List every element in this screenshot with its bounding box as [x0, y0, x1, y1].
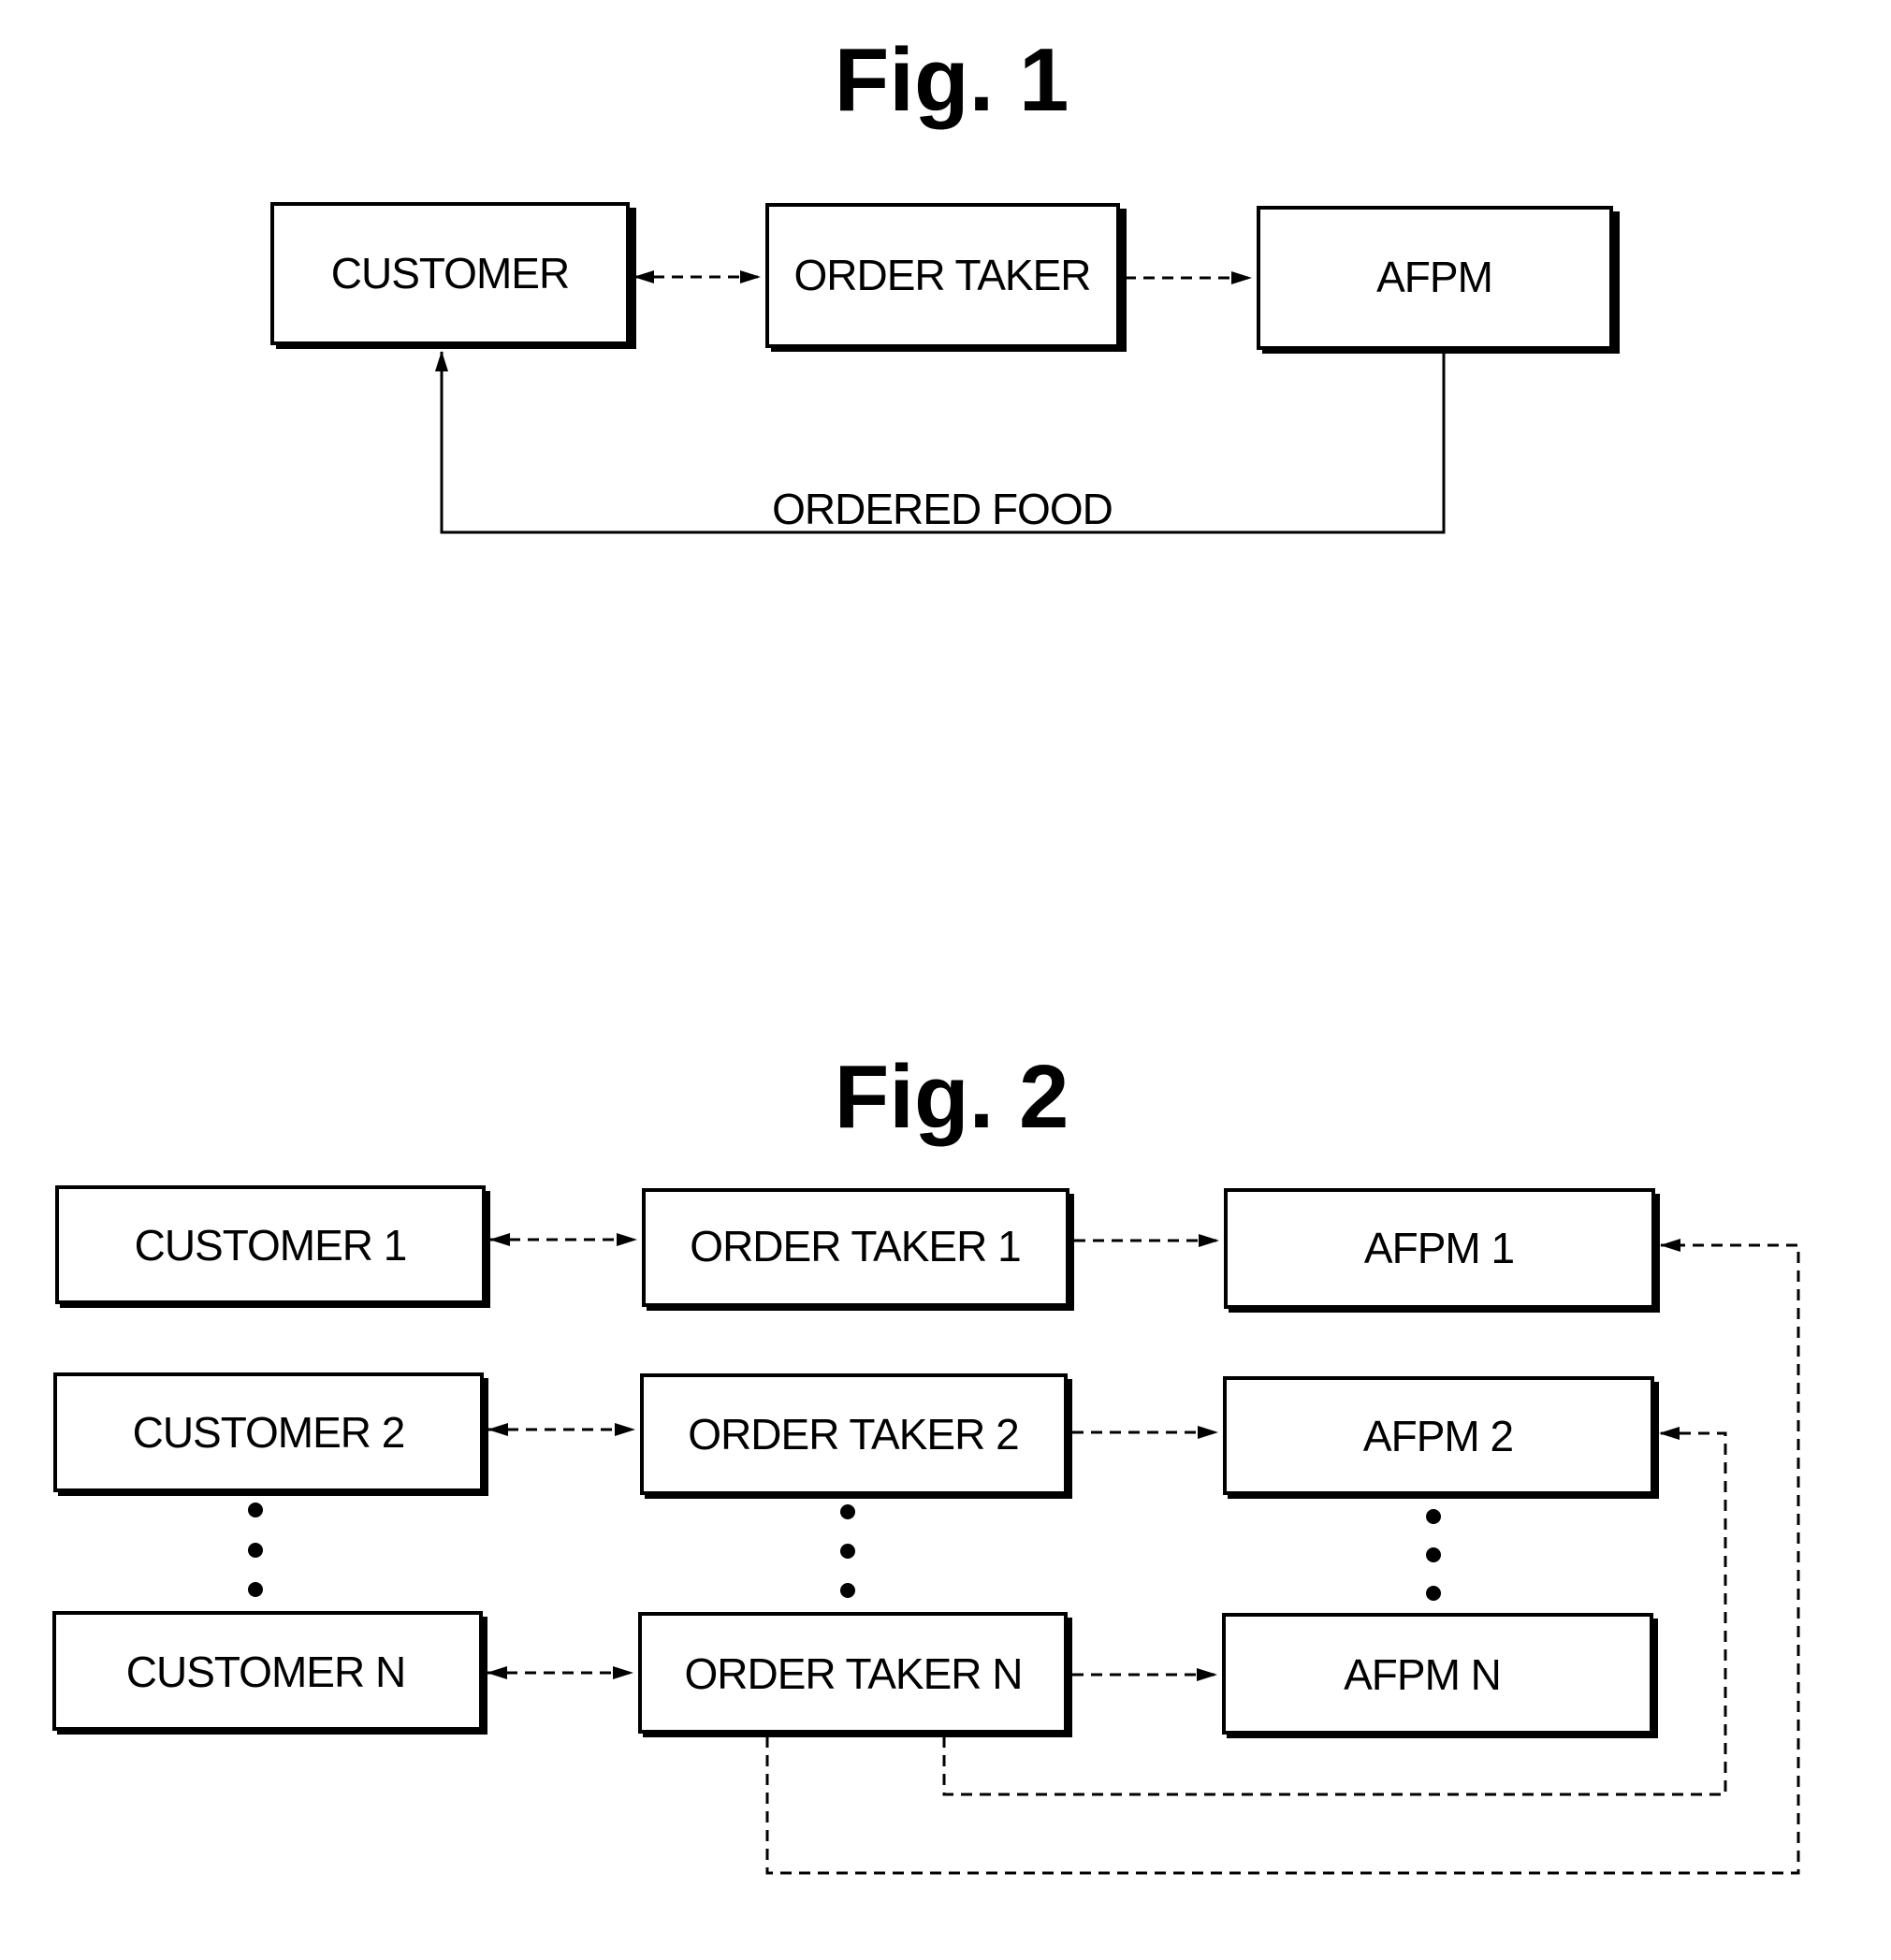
box-afpm-2-label: AFPM 2 [1363, 1412, 1513, 1460]
box-customer-label: CUSTOMER [331, 249, 569, 298]
box-customer-2-label: CUSTOMER 2 [133, 1408, 405, 1457]
box-order-taker-2-label: ORDER TAKER 2 [688, 1410, 1018, 1459]
ellipsis-order-taker-column [840, 1504, 855, 1598]
box-afpm: AFPM [1257, 206, 1620, 354]
box-order-taker-n: ORDER TAKER N [638, 1612, 1072, 1737]
box-afpm-label: AFPM [1376, 253, 1492, 301]
box-customer-1-label: CUSTOMER 1 [135, 1221, 407, 1270]
figure-1: Fig. 1 ORDERED FOOD CUSTOMER ORDER TAKER… [270, 30, 1620, 534]
box-order-taker-1: ORDER TAKER 1 [642, 1188, 1074, 1311]
box-order-taker-2: ORDER TAKER 2 [640, 1373, 1072, 1499]
box-customer-1: CUSTOMER 1 [55, 1185, 490, 1308]
box-customer-2: CUSTOMER 2 [53, 1372, 488, 1496]
box-order-taker-1-label: ORDER TAKER 1 [690, 1222, 1020, 1270]
figure-1-title: Fig. 1 [835, 30, 1069, 130]
box-afpm-1-label: AFPM 1 [1364, 1224, 1514, 1272]
figure-2: Fig. 2 CUSTOMER 1 ORDER TAKER 1 AFPM 1 C… [52, 1047, 1800, 1875]
box-afpm-2: AFPM 2 [1223, 1376, 1659, 1499]
box-order-taker-label: ORDER TAKER [793, 251, 1090, 299]
box-customer: CUSTOMER [270, 202, 636, 349]
figure-2-title: Fig. 2 [835, 1047, 1069, 1147]
patent-figures: Fig. 1 ORDERED FOOD CUSTOMER ORDER TAKER… [52, 30, 1800, 1875]
box-afpm-n-label: AFPM N [1344, 1650, 1501, 1699]
ordered-food-label: ORDERED FOOD [772, 485, 1113, 533]
ellipsis-customer-column [248, 1503, 263, 1597]
ellipsis-afpm-column [1426, 1509, 1441, 1601]
connector-order-taker-n-afpm-1 [765, 1239, 1800, 1875]
box-customer-n: CUSTOMER N [52, 1611, 487, 1735]
box-afpm-1: AFPM 1 [1224, 1188, 1660, 1313]
box-customer-n-label: CUSTOMER N [126, 1648, 405, 1696]
box-order-taker: ORDER TAKER [765, 203, 1127, 352]
box-afpm-n: AFPM N [1222, 1613, 1658, 1738]
box-order-taker-n-label: ORDER TAKER N [684, 1649, 1022, 1698]
